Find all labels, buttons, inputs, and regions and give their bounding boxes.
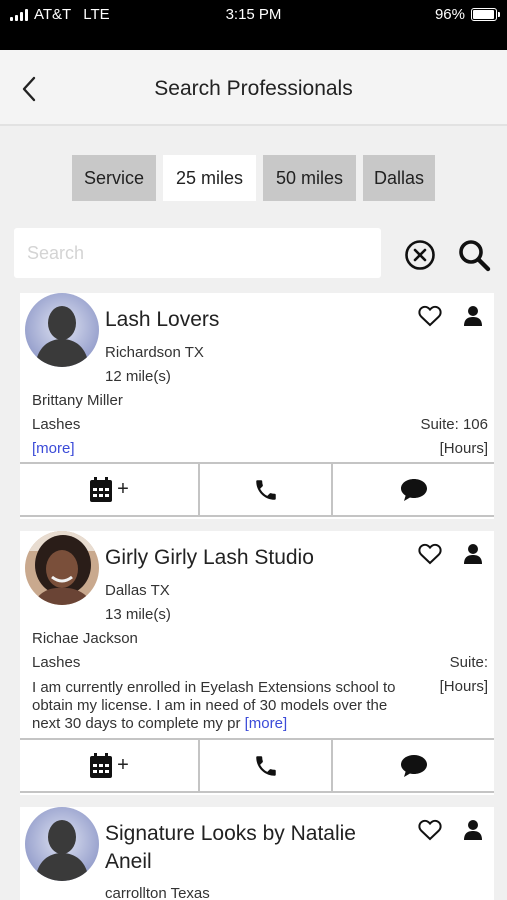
filter-25-miles[interactable]: 25 miles [163,155,256,201]
business-description: I am currently enrolled in Eyelash Exten… [32,679,410,733]
description-text: I am currently enrolled in Eyelash Exten… [32,679,396,732]
photo-avatar [25,531,99,605]
favorite-button[interactable] [418,543,442,565]
search-box [14,228,381,278]
phone-icon [255,479,276,500]
filter-50-miles[interactable]: 50 miles [263,155,356,201]
business-city: carrollton Texas [105,885,210,900]
nav-bar: Search Professionals [0,50,507,126]
battery-group: 96% [434,6,500,23]
phone-icon [255,755,276,776]
default-avatar [25,807,99,881]
heart-outline-icon [418,305,442,327]
heart-outline-icon [418,819,442,841]
search-input[interactable] [14,228,381,278]
filter-bar: Service 25 miles 50 miles Dallas [72,155,435,201]
profile-button[interactable] [462,305,484,327]
book-plus-sign: + [117,754,129,776]
chat-bubble-icon [400,754,427,777]
suite-number: Suite: 106 [420,416,488,433]
business-name[interactable]: Lash Lovers [105,306,405,334]
service-type: Lashes [32,416,81,433]
calendar-icon [90,752,113,778]
book-plus-sign: + [117,478,129,500]
filter-service[interactable]: Service [72,155,156,201]
hours-link[interactable]: [Hours] [440,678,488,695]
favorite-button[interactable] [418,819,442,841]
page-title: Search Professionals [154,77,353,100]
professional-card[interactable]: Girly Girly Lash Studio Dallas TX 13 mil… [20,531,494,795]
calendar-icon [90,476,113,502]
person-icon [464,820,482,840]
clear-circle-icon [405,240,435,270]
business-distance: 12 mile(s) [105,368,171,385]
business-city: Dallas TX [105,582,170,599]
call-button[interactable] [198,464,331,515]
message-button[interactable] [331,464,494,515]
person-icon [464,544,482,564]
clear-search-button[interactable] [404,239,436,271]
call-button[interactable] [198,740,331,791]
professional-card[interactable]: Lash Lovers Richardson TX 12 mile(s) Bri… [20,293,494,519]
filter-dallas[interactable]: Dallas [363,155,435,201]
action-bar: + [20,462,494,517]
profile-button[interactable] [462,543,484,565]
heart-outline-icon [418,543,442,565]
book-appointment-button[interactable]: + [20,740,198,791]
message-button[interactable] [331,740,494,791]
default-avatar [25,293,99,367]
clock: 3:15 PM [225,6,282,23]
business-city: Richardson TX [105,344,204,361]
battery-icon [471,8,500,21]
business-name[interactable]: Girly Girly Lash Studio [105,544,405,572]
professional-card[interactable]: Signature Looks by Natalie Aneil carroll… [20,807,494,900]
chat-bubble-icon [400,478,427,501]
book-appointment-button[interactable]: + [20,464,198,515]
more-link[interactable]: [more] [245,715,288,732]
battery-percent: 96% [434,6,465,23]
more-link[interactable]: [more] [32,440,75,457]
magnifier-icon [459,240,491,272]
favorite-button[interactable] [418,305,442,327]
suite-number: Suite: [449,654,488,671]
status-bar: AT&T LTE 3:15 PM 96% [0,0,507,50]
profile-button[interactable] [462,819,484,841]
business-name[interactable]: Signature Looks by Natalie Aneil [105,820,405,876]
owner-name: Richae Jackson [32,630,138,647]
action-bar: + [20,738,494,793]
hours-link[interactable]: [Hours] [440,440,488,457]
service-type: Lashes [32,654,81,671]
business-distance: 13 mile(s) [105,606,171,623]
search-button[interactable] [457,238,491,272]
owner-name: Brittany Miller [32,392,123,409]
person-icon [464,306,482,326]
